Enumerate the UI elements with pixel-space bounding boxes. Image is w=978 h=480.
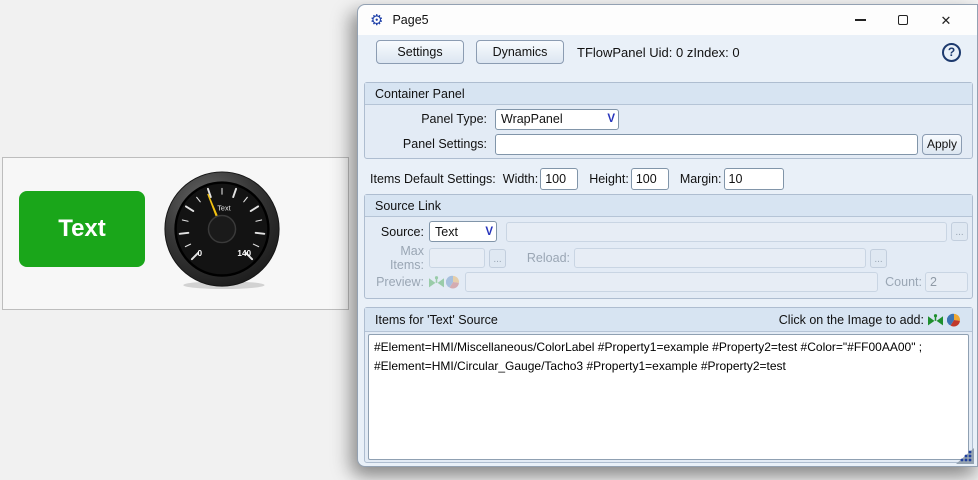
- pie-chart-icon: [446, 275, 461, 289]
- margin-label: Margin:: [680, 172, 722, 186]
- source-link-group: Source Link Source: Text V ... Max Items…: [364, 194, 973, 299]
- minimize-icon: [855, 19, 866, 21]
- items-source-textarea[interactable]: #Element=HMI/Miscellaneous/ColorLabel #P…: [368, 334, 969, 460]
- max-items-browse-button: ...: [489, 249, 506, 268]
- add-hint-area: Click on the Image to add:: [779, 313, 962, 327]
- preview-tacho-gauge-item[interactable]: 0 140 Text: [162, 170, 282, 290]
- add-element-valve-icon[interactable]: [928, 313, 943, 327]
- reload-input: [574, 248, 866, 268]
- count-input: [925, 272, 968, 292]
- close-button[interactable]: ✕: [939, 13, 953, 27]
- panel-type-value: WrapPanel: [501, 112, 563, 126]
- titlebar[interactable]: ⚙ Page5 ✕: [358, 5, 977, 35]
- count-label: Count:: [885, 275, 922, 289]
- preview-label: Preview:: [369, 275, 424, 289]
- maximize-icon: [898, 15, 908, 25]
- items-default-label: Items Default Settings:: [370, 172, 496, 186]
- dynamics-tab-button[interactable]: Dynamics: [476, 40, 564, 64]
- max-items-label: Max Items:: [369, 244, 424, 272]
- source-dropdown[interactable]: Text V: [429, 221, 497, 242]
- maximize-button[interactable]: [896, 13, 910, 27]
- source-browse-button[interactable]: ...: [951, 222, 968, 241]
- settings-tab-button[interactable]: Settings: [376, 40, 464, 64]
- toolbar: Settings Dynamics TFlowPanel Uid: 0 zInd…: [376, 39, 965, 65]
- source-row: Source: Text V ...: [369, 221, 968, 242]
- gauge-hub: [208, 215, 235, 242]
- items-group-title: Items for 'Text' Source: [375, 313, 498, 327]
- add-hint-text: Click on the Image to add:: [779, 313, 924, 327]
- reload-browse-button: ...: [870, 249, 887, 268]
- preview-colorlabel-item[interactable]: Text: [19, 191, 145, 267]
- element-valve-icon: [429, 275, 444, 289]
- panel-type-row: Panel Type: WrapPanel V: [369, 108, 968, 130]
- panel-settings-input[interactable]: [495, 134, 918, 155]
- source-link-title: Source Link: [375, 199, 441, 213]
- source-path-input: [506, 222, 947, 242]
- height-label: Height:: [589, 172, 629, 186]
- preview-row: Preview: Count:: [369, 272, 968, 292]
- chevron-down-icon: V: [485, 226, 493, 238]
- panel-settings-label: Panel Settings:: [369, 137, 487, 151]
- width-label: Width:: [503, 172, 538, 186]
- items-default-settings-row: Items Default Settings: Width: Height: M…: [370, 167, 784, 191]
- close-icon: ✕: [941, 14, 952, 27]
- panel-settings-row: Panel Settings: Apply: [369, 133, 968, 155]
- window-title: Page5: [392, 13, 428, 27]
- max-items-reload-row: Max Items: ... Reload: ...: [369, 248, 968, 268]
- items-group-header: Items for 'Text' Source Click on the Ima…: [365, 308, 972, 332]
- source-value: Text: [435, 225, 458, 239]
- container-panel-header: Container Panel: [365, 83, 972, 105]
- source-label: Source:: [369, 225, 424, 239]
- resize-grip[interactable]: [956, 448, 974, 464]
- apply-button[interactable]: Apply: [922, 134, 962, 155]
- panel-type-dropdown[interactable]: WrapPanel V: [495, 109, 619, 130]
- window-controls: ✕: [853, 13, 967, 27]
- container-panel-group: Container Panel Panel Type: WrapPanel V …: [364, 82, 973, 159]
- colorlabel-text: Text: [58, 215, 106, 243]
- margin-input[interactable]: [724, 168, 784, 190]
- gauge-center-label: Text: [217, 204, 230, 213]
- height-input[interactable]: [631, 168, 669, 190]
- minimize-button[interactable]: [853, 13, 867, 27]
- gauge-min-label: 0: [197, 249, 202, 258]
- flowpanel-preview: Text: [2, 157, 349, 310]
- gear-icon: ⚙: [370, 13, 383, 28]
- chevron-down-icon: V: [607, 113, 615, 125]
- reload-label: Reload:: [508, 251, 570, 265]
- width-input[interactable]: [540, 168, 578, 190]
- panel-info-text: TFlowPanel Uid: 0 zIndex: 0: [577, 45, 740, 60]
- gauge-max-label: 140: [237, 249, 251, 258]
- page5-dialog: ⚙ Page5 ✕ Settings Dynamics TFlowPanel U…: [357, 4, 978, 467]
- add-pie-chart-icon[interactable]: [947, 313, 962, 327]
- source-link-header: Source Link: [365, 195, 972, 217]
- max-items-input: [429, 248, 485, 268]
- preview-input: [465, 272, 878, 292]
- panel-type-label: Panel Type:: [369, 112, 487, 126]
- help-icon[interactable]: ?: [942, 43, 961, 62]
- items-group: Items for 'Text' Source Click on the Ima…: [364, 307, 973, 463]
- container-panel-title: Container Panel: [375, 87, 465, 101]
